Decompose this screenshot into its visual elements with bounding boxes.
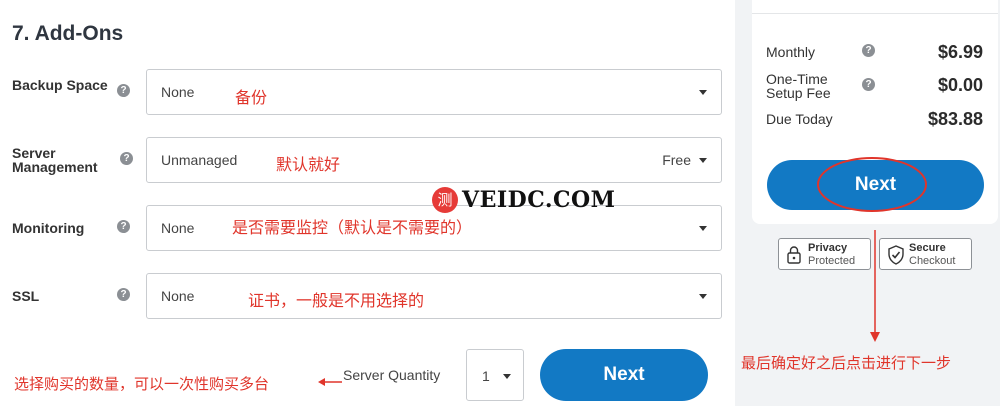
annotation-backup: 备份 <box>235 88 268 107</box>
chevron-down-icon <box>699 158 707 163</box>
server-quantity-label: Server Quantity <box>343 367 441 383</box>
server-management-label: Server Management <box>12 145 98 175</box>
help-icon[interactable]: ? <box>862 78 875 91</box>
quantity-value: 1 <box>482 368 490 384</box>
watermark-text: VEIDC.COM <box>462 187 616 213</box>
section-title: 7. Add-Ons <box>12 22 124 45</box>
help-icon[interactable]: ? <box>117 288 130 301</box>
select-value: Unmanaged <box>161 152 238 168</box>
ssl-select[interactable]: None <box>146 273 722 319</box>
select-value: None <box>161 288 195 304</box>
monitoring-label: Monitoring <box>12 220 85 236</box>
select-value: None <box>161 220 195 236</box>
ssl-label: SSL <box>12 288 40 304</box>
help-icon[interactable]: ? <box>117 220 130 233</box>
chevron-down-icon <box>699 226 707 231</box>
monthly-value: $6.99 <box>937 42 983 62</box>
chevron-down-icon <box>503 374 511 379</box>
secure-badge: Secure Checkout <box>879 238 972 270</box>
help-icon[interactable]: ? <box>120 152 133 165</box>
annotation-monitoring: 是否需要监控（默认是不需要的） <box>232 218 473 237</box>
privacy-badge: Privacy Protected <box>778 238 871 270</box>
backup-space-label: Backup Space <box>12 77 108 93</box>
due-today-label: Due Today <box>766 111 833 127</box>
arrow-left-icon <box>318 378 342 386</box>
help-icon[interactable]: ? <box>117 84 130 97</box>
privacy-title: Privacy <box>808 242 848 254</box>
select-price: Free <box>662 152 691 168</box>
monthly-label: Monthly <box>766 44 816 60</box>
privacy-subtitle: Protected <box>808 255 856 267</box>
annotation-quantity: 选择购买的数量，可以一次性购买多台 <box>14 375 270 393</box>
watermark-logo: 测 <box>432 187 458 213</box>
lock-icon <box>787 246 801 264</box>
chevron-down-icon <box>699 90 707 95</box>
chevron-down-icon <box>699 294 707 299</box>
highlight-annotation <box>817 157 927 212</box>
backup-space-select[interactable]: None <box>146 69 722 115</box>
due-today-value: $83.88 <box>927 109 983 129</box>
server-management-select[interactable]: Unmanaged Free <box>146 137 722 183</box>
setup-fee-value: $0.00 <box>937 75 983 95</box>
annotation-management: 默认就好 <box>276 155 341 174</box>
annotation-next: 最后确定好之后点击进行下一步 <box>741 354 952 372</box>
annotation-ssl: 证书，一般是不用选择的 <box>248 291 425 310</box>
addons-panel <box>0 0 735 406</box>
secure-subtitle: Checkout <box>909 255 956 267</box>
arrow-down-icon <box>870 230 880 342</box>
secure-title: Secure <box>909 242 946 254</box>
server-quantity-select[interactable]: 1 <box>466 349 524 401</box>
next-button[interactable]: Next <box>540 349 708 401</box>
setup-fee-label: One-Time Setup Fee <box>766 71 831 101</box>
select-value: None <box>161 84 195 100</box>
help-icon[interactable]: ? <box>862 44 875 57</box>
shield-check-icon <box>888 245 904 265</box>
divider <box>752 13 998 14</box>
